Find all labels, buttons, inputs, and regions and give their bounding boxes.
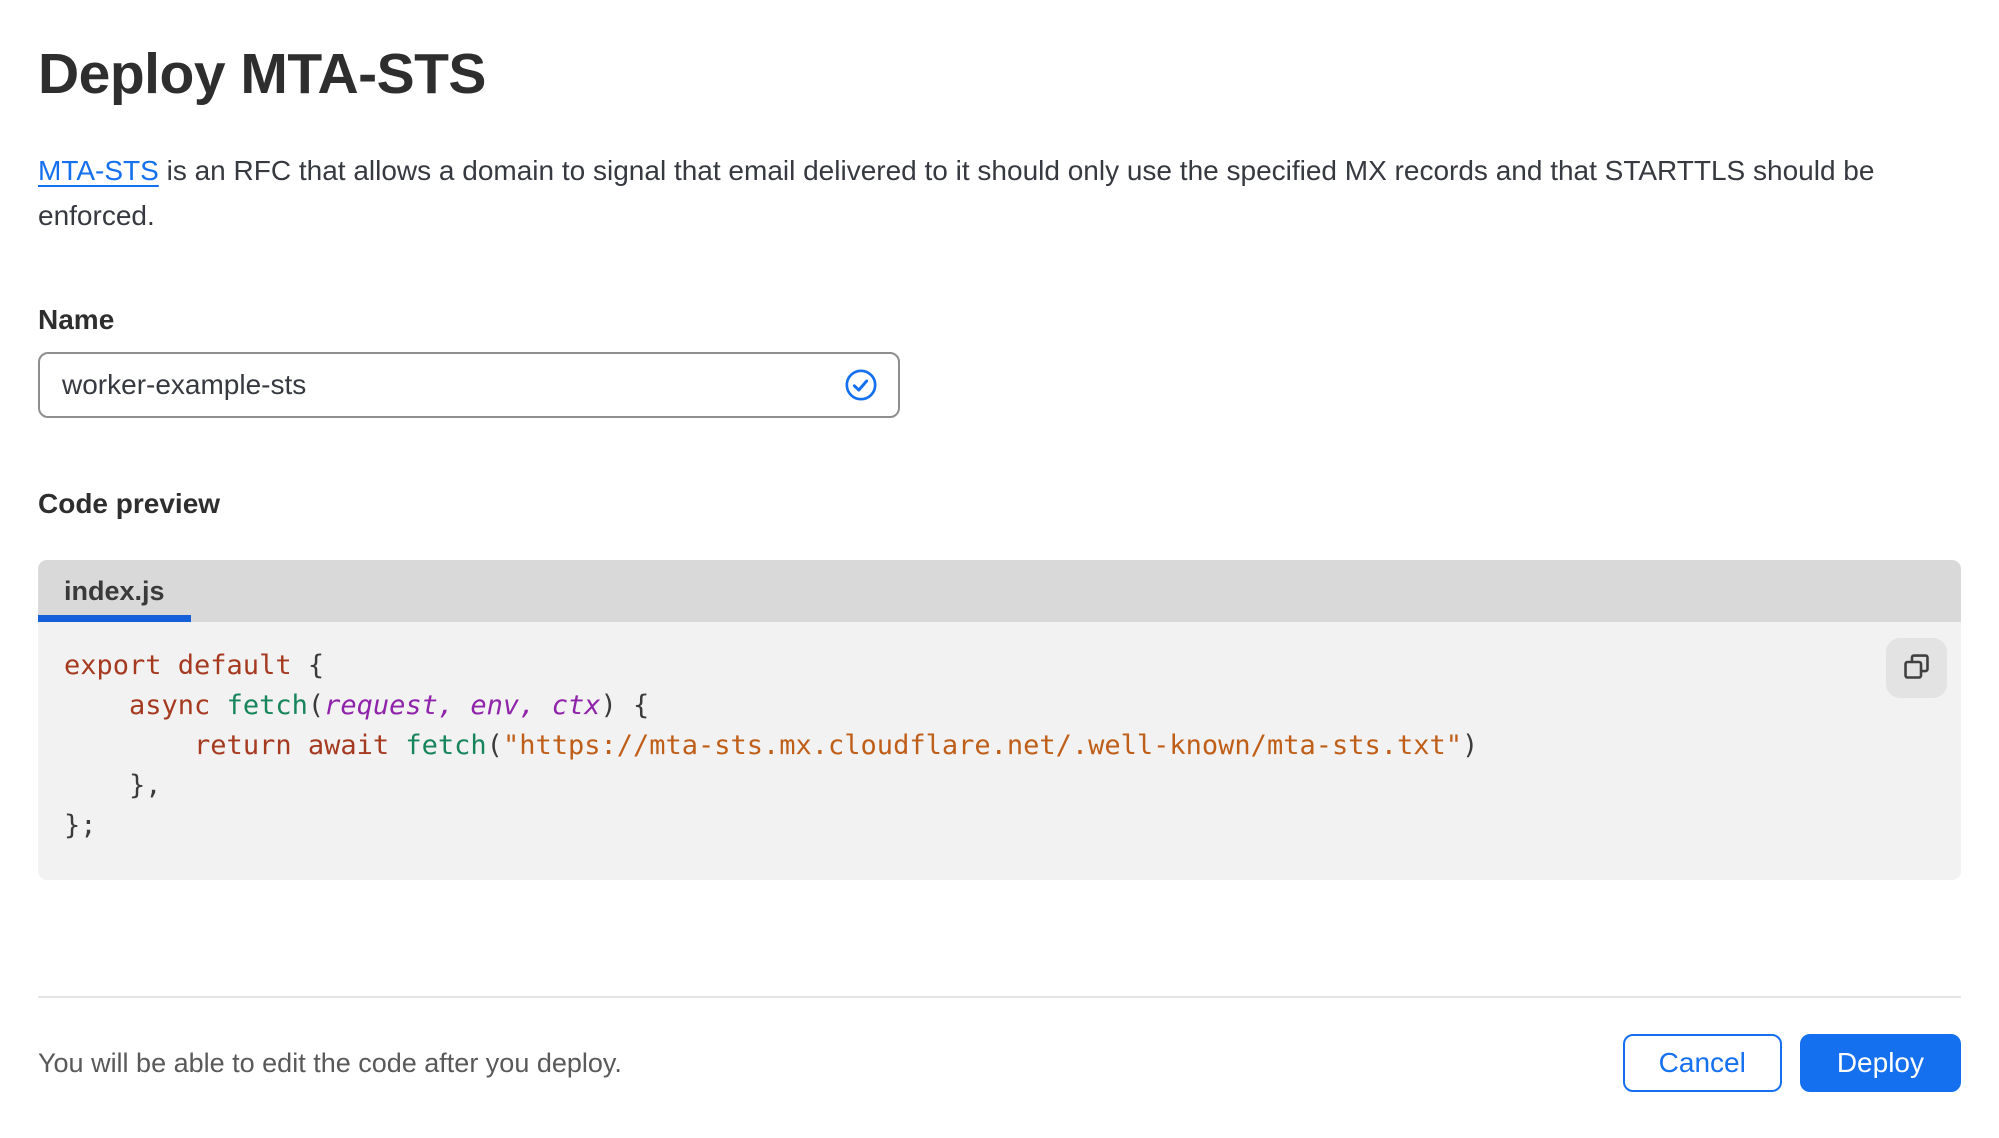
footer-note: You will be able to edit the code after … <box>38 1047 622 1078</box>
deploy-mta-sts-page: Deploy MTA-STS MTA-STS is an RFC that al… <box>0 42 1999 1092</box>
code-line: return await fetch("https://mta-sts.mx.c… <box>194 730 1479 761</box>
check-circle-icon <box>844 368 878 402</box>
tab-index-js[interactable]: index.js <box>38 560 191 622</box>
code-lines: export default { async fetch(request, en… <box>64 646 1871 846</box>
copy-code-button[interactable] <box>1886 638 1947 698</box>
footer: You will be able to edit the code after … <box>38 1034 1961 1092</box>
footer-actions: Cancel Deploy <box>1622 1034 1961 1092</box>
mta-sts-link[interactable]: MTA-STS <box>38 155 159 186</box>
name-input-wrap <box>38 352 900 418</box>
code-tab-bar: index.js <box>38 560 1961 622</box>
cancel-button[interactable]: Cancel <box>1622 1034 1782 1092</box>
code-line: }, <box>64 770 162 801</box>
page-title: Deploy MTA-STS <box>38 42 486 106</box>
code-preview-label: Code preview <box>38 488 221 519</box>
code-line: export default { <box>64 650 325 681</box>
intro-text: is an RFC that allows a domain to signal… <box>38 155 1875 231</box>
footer-divider <box>38 996 1961 998</box>
code-line: async fetch(request, env, ctx) { <box>129 690 650 721</box>
name-input[interactable] <box>38 352 900 418</box>
tab-label: index.js <box>64 575 165 606</box>
code-line: }; <box>64 810 97 841</box>
copy-icon <box>1901 651 1932 685</box>
deploy-button[interactable]: Deploy <box>1799 1034 1961 1092</box>
code-preview-card: index.js export default { async fetch(re… <box>38 560 1961 880</box>
name-label: Name <box>38 304 115 335</box>
code-area: export default { async fetch(request, en… <box>38 622 1961 880</box>
intro-paragraph: MTA-STS is an RFC that allows a domain t… <box>38 148 1923 238</box>
